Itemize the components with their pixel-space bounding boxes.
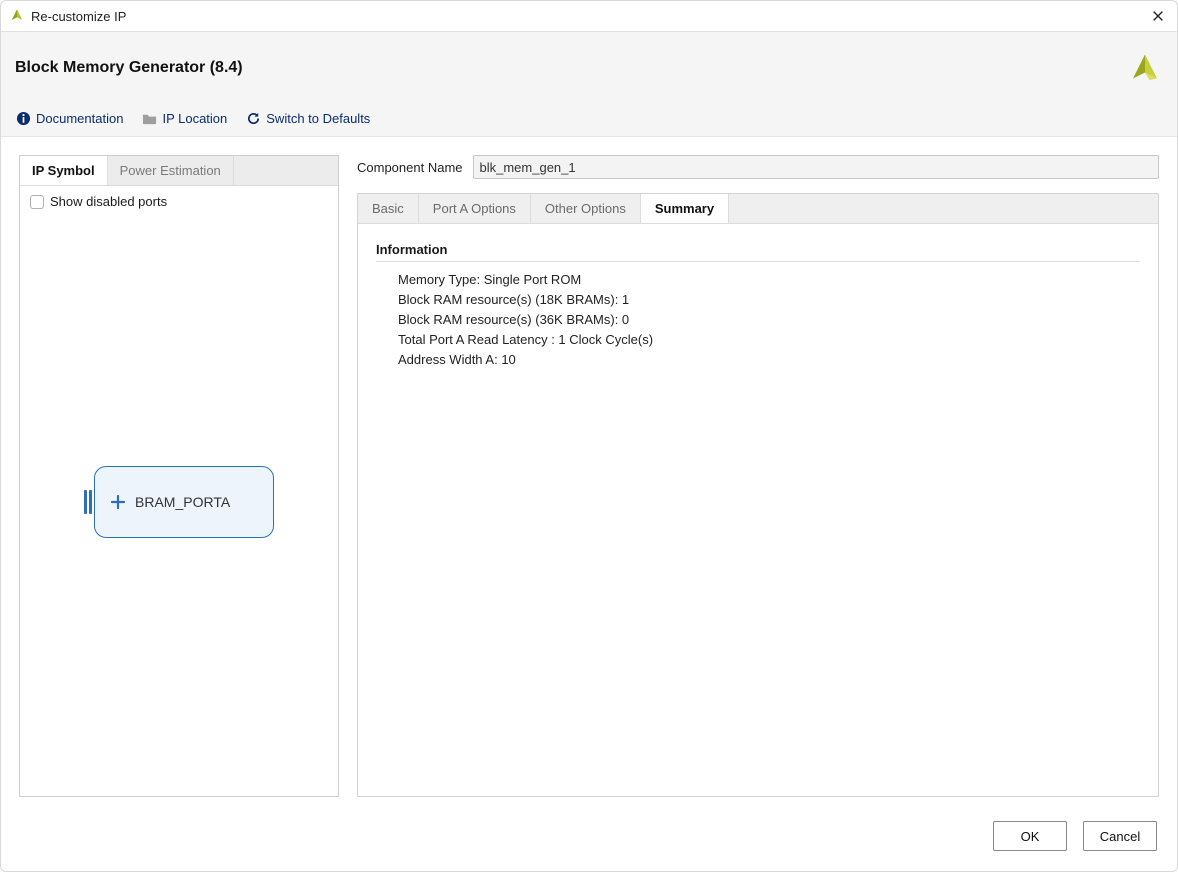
- right-panel: Component Name Basic Port A Options Othe…: [357, 155, 1159, 797]
- config-tabs: Basic Port A Options Other Options Summa…: [358, 194, 1158, 223]
- info-port-a-latency: Total Port A Read Latency : 1 Clock Cycl…: [398, 332, 1140, 347]
- component-name-input[interactable]: [473, 155, 1160, 179]
- vendor-logo-icon: [1127, 50, 1163, 86]
- tab-ip-symbol[interactable]: IP Symbol: [20, 156, 108, 185]
- tab-port-a-options[interactable]: Port A Options: [419, 194, 531, 223]
- info-bram-36k: Block RAM resource(s) (36K BRAMs): 0: [398, 312, 1140, 327]
- info-icon: [15, 110, 31, 126]
- config-tabs-container: Basic Port A Options Other Options Summa…: [357, 193, 1159, 797]
- documentation-link[interactable]: Documentation: [15, 110, 123, 126]
- ip-location-link[interactable]: IP Location: [141, 110, 227, 126]
- page-title: Block Memory Generator (8.4): [15, 59, 243, 77]
- summary-panel: Information Memory Type: Single Port ROM…: [358, 223, 1158, 796]
- show-disabled-ports-checkbox[interactable]: [30, 195, 44, 209]
- info-memory-type: Memory Type: Single Port ROM: [398, 272, 1140, 287]
- title-bar: Re-customize IP: [1, 1, 1177, 32]
- left-tabs: IP Symbol Power Estimation: [20, 156, 338, 186]
- left-panel: IP Symbol Power Estimation Show disabled…: [19, 155, 339, 797]
- bram-port-block[interactable]: BRAM_PORTA: [94, 466, 274, 538]
- switch-defaults-label: Switch to Defaults: [266, 111, 370, 126]
- bram-port-label: BRAM_PORTA: [135, 494, 230, 510]
- header-toolbar: Documentation IP Location Switch to Defa…: [15, 110, 1163, 126]
- information-heading: Information: [376, 242, 1140, 257]
- ok-button[interactable]: OK: [993, 821, 1067, 851]
- footer: OK Cancel: [1, 807, 1177, 871]
- component-name-label: Component Name: [357, 160, 463, 175]
- info-bram-18k: Block RAM resource(s) (18K BRAMs): 1: [398, 292, 1140, 307]
- folder-icon: [141, 110, 157, 126]
- header-area: Block Memory Generator (8.4) Documentati…: [1, 32, 1177, 137]
- expand-icon[interactable]: [109, 493, 127, 511]
- divider: [376, 261, 1140, 262]
- switch-to-defaults-link[interactable]: Switch to Defaults: [245, 110, 370, 126]
- ip-symbol-diagram: BRAM_PORTA: [20, 466, 338, 538]
- tab-summary[interactable]: Summary: [641, 194, 729, 224]
- information-list: Memory Type: Single Port ROM Block RAM r…: [376, 272, 1140, 367]
- tab-power-estimation[interactable]: Power Estimation: [108, 156, 234, 185]
- tab-other-options[interactable]: Other Options: [531, 194, 641, 223]
- documentation-label: Documentation: [36, 111, 123, 126]
- cancel-button[interactable]: Cancel: [1083, 821, 1157, 851]
- close-button[interactable]: [1149, 7, 1167, 25]
- ip-location-label: IP Location: [162, 111, 227, 126]
- info-address-width-a: Address Width A: 10: [398, 352, 1140, 367]
- show-disabled-ports-label: Show disabled ports: [50, 194, 167, 209]
- port-bus-lines-icon: [84, 490, 92, 514]
- recustomize-ip-window: Re-customize IP Block Memory Generator (…: [0, 0, 1178, 872]
- window-title: Re-customize IP: [31, 9, 126, 24]
- tab-basic[interactable]: Basic: [358, 194, 419, 223]
- refresh-icon: [245, 110, 261, 126]
- left-panel-content: Show disabled ports BRAM_PORTA: [20, 186, 338, 796]
- app-logo-icon: [9, 8, 25, 24]
- body: IP Symbol Power Estimation Show disabled…: [1, 137, 1177, 807]
